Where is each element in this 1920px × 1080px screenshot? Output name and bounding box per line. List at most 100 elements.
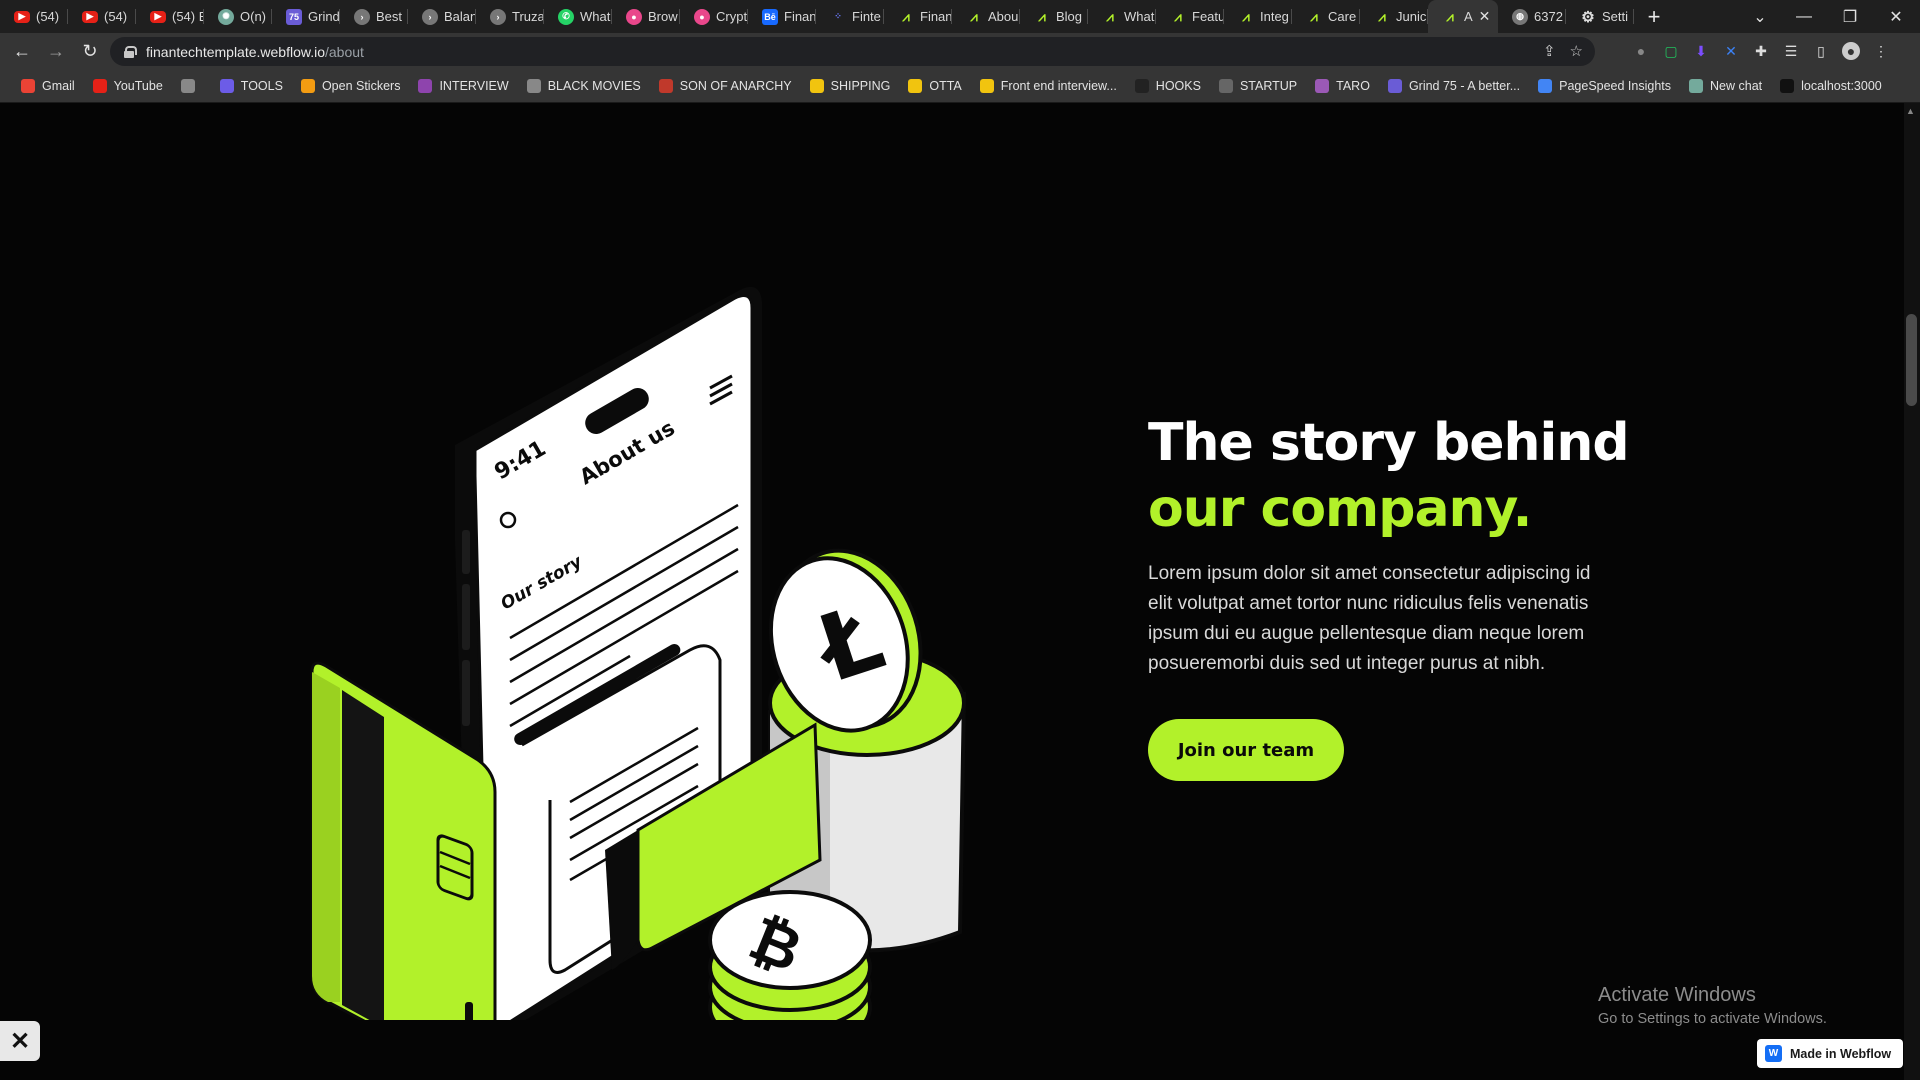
bookmark-item[interactable]: New chat (1680, 79, 1771, 93)
bookmark-label: TARO (1336, 79, 1370, 93)
tab-label: (54) E (172, 9, 204, 24)
puzzle-icon[interactable]: ✚ (1752, 42, 1770, 60)
bookmark-star-icon[interactable]: ☆ (1570, 42, 1583, 60)
bookmark-item[interactable] (172, 79, 211, 93)
browser-tab[interactable]: ⩘ Integ (1224, 0, 1292, 33)
bookmark-favicon-icon (809, 79, 824, 93)
close-tab-icon[interactable]: ✕ (1479, 8, 1491, 25)
browser-tab[interactable]: ⚙ Setti (1566, 0, 1634, 33)
tab-label: (54) (104, 9, 128, 24)
side-panel-icon[interactable]: ▯ (1812, 42, 1830, 60)
bookmark-item[interactable]: HOOKS (1126, 79, 1210, 93)
bookmark-item[interactable]: INTERVIEW (409, 79, 517, 93)
scroll-up-icon[interactable]: ▲ (1906, 106, 1915, 116)
finantech-icon: ⩘ (970, 8, 978, 24)
browser-tab[interactable]: ✺ O(n) (204, 0, 272, 33)
download-extension-icon[interactable]: ⬇ (1692, 42, 1710, 60)
browser-tab[interactable]: ◍ 6372 (1498, 0, 1566, 33)
browser-tab[interactable]: ⩘ Blog (1020, 0, 1088, 33)
browser-tab[interactable]: › Truza (476, 0, 544, 33)
browser-tab[interactable]: › Balan (408, 0, 476, 33)
browser-tab[interactable]: ✆ What (544, 0, 612, 33)
bookmark-item[interactable]: PageSpeed Insights (1529, 79, 1680, 93)
bookmark-label: OTTA (929, 79, 962, 93)
bookmark-item[interactable]: SON OF ANARCHY (650, 79, 801, 93)
back-button[interactable]: ← (6, 36, 38, 68)
extensions-area: ● ▢ ⬇ ✕ ✚ ☰ ▯ ● ⋮ (1632, 42, 1890, 60)
finantech-icon: ⩘ (902, 8, 910, 24)
join-team-button[interactable]: Join our team (1148, 719, 1344, 781)
tab-label: Care (1328, 9, 1357, 24)
bookmark-item[interactable]: TOOLS (211, 79, 292, 93)
new-tab-button[interactable]: + (1634, 0, 1674, 33)
made-in-webflow-badge[interactable]: W Made in Webflow (1757, 1039, 1904, 1068)
tab-label: A (1464, 9, 1473, 24)
youtube-icon: ▶ (82, 10, 98, 23)
browser-tab[interactable]: ⁘ Finte (816, 0, 884, 33)
bookmark-item[interactable]: Front end interview... (971, 79, 1126, 93)
browser-tab[interactable]: 75 Grind (272, 0, 340, 33)
tab-label: Finte (852, 9, 881, 24)
tab-label: O(n) (240, 9, 266, 24)
browser-tab[interactable]: ⩘ Care (1292, 0, 1360, 33)
address-bar[interactable]: finantechtemplate.webflow.io /about ⇪ ☆ (110, 37, 1595, 66)
bookmark-label: Open Stickers (321, 79, 401, 93)
menu-icon[interactable]: ⋮ (1872, 42, 1890, 60)
bookmark-favicon-icon (908, 79, 923, 93)
tab-label: Junic (1396, 9, 1427, 24)
close-icon[interactable]: ✕ (0, 1021, 40, 1061)
bookmark-item[interactable]: Grind 75 - A better... (1379, 79, 1529, 93)
profile-avatar-icon[interactable]: ● (1842, 42, 1860, 60)
bookmark-item[interactable]: STARTUP (1210, 79, 1306, 93)
extension-icon[interactable]: ● (1632, 42, 1650, 60)
browser-tab[interactable]: ● Crypt (680, 0, 748, 33)
activate-subtitle: Go to Settings to activate Windows. (1598, 1011, 1827, 1027)
bookmark-favicon-icon (1134, 79, 1149, 93)
generic-icon: › (354, 8, 370, 25)
close-window-button[interactable]: ✕ (1872, 0, 1920, 33)
browser-tab[interactable]: ● Brow (612, 0, 680, 33)
browser-tab[interactable]: ⩘ Featu (1156, 0, 1224, 33)
scrollbar-thumb[interactable] (1906, 314, 1917, 406)
extension-icon[interactable]: ✕ (1722, 42, 1740, 60)
browser-tab[interactable]: ⩘ What (1088, 0, 1156, 33)
dribbble-icon: ● (694, 8, 710, 25)
browser-tab[interactable]: ▶ (54) E (136, 0, 204, 33)
bookmark-favicon-icon (658, 79, 673, 93)
bookmark-item[interactable]: Gmail (12, 79, 84, 93)
bookmarks-bar: Gmail YouTube TOOLS Open Stickers INTERVIEW B… (0, 70, 1920, 103)
share-icon[interactable]: ⇪ (1543, 42, 1556, 60)
tab-label: Setti (1602, 9, 1629, 24)
bookmark-item[interactable]: YouTube (84, 79, 172, 93)
browser-tab[interactable]: ▶ (54) (68, 0, 136, 33)
bookmark-label: HOOKS (1155, 79, 1201, 93)
reading-list-icon[interactable]: ☰ (1782, 42, 1800, 60)
minimize-button[interactable]: — (1780, 0, 1828, 33)
bookmark-item[interactable]: localhost:3000 (1771, 79, 1891, 93)
bookmark-label: Front end interview... (1000, 79, 1117, 93)
bookmark-item[interactable]: BLACK MOVIES (518, 79, 650, 93)
tab-search-icon[interactable]: ⌄ (1736, 0, 1784, 33)
tab-active[interactable]: ⩘ A ✕ (1428, 0, 1498, 33)
browser-tab[interactable]: ⩘ Abou (952, 0, 1020, 33)
scrollbar-track[interactable] (1904, 103, 1920, 1080)
reload-button[interactable]: ↻ (74, 36, 106, 68)
browser-tab[interactable]: ⩘ Finan (884, 0, 952, 33)
browser-tab[interactable]: ▶ (54) (0, 0, 68, 33)
forward-button[interactable]: → (40, 36, 72, 68)
bitcoin-coin-stack: ₿ (708, 890, 872, 1020)
bookmark-item[interactable]: OTTA (899, 79, 970, 93)
browser-tab[interactable]: Bē Finan (748, 0, 816, 33)
extension-icon[interactable]: ▢ (1662, 42, 1680, 60)
generic-icon: › (422, 8, 438, 25)
restore-button[interactable]: ❐ (1826, 0, 1874, 33)
browser-tab[interactable]: ⩘ Junic (1360, 0, 1428, 33)
finantech-icon: ⩘ (1446, 8, 1454, 24)
dribbble-icon: ● (626, 8, 642, 25)
browser-tab[interactable]: › Best (340, 0, 408, 33)
bookmark-item[interactable]: TARO (1306, 79, 1379, 93)
bookmark-item[interactable]: Open Stickers (292, 79, 410, 93)
bookmark-item[interactable]: SHIPPING (801, 79, 900, 93)
bookmark-favicon-icon (92, 79, 107, 93)
tab-label: Finan (920, 9, 952, 24)
